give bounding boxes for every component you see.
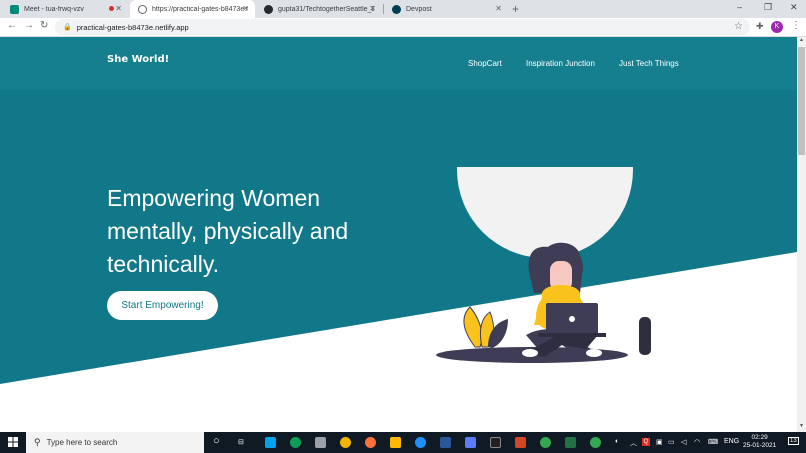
back-icon[interactable]: ← [7,20,17,31]
address-bar[interactable]: 🔒 practical-gates-b8473e.netlify.app [55,19,750,35]
battery-icon[interactable]: ▭ [668,438,675,446]
word-icon[interactable] [440,437,451,448]
file-explorer-icon[interactable] [390,437,401,448]
close-icon[interactable]: ✕ [242,4,249,13]
reload-icon[interactable]: ↻ [40,20,48,31]
close-icon[interactable]: ✕ [369,4,376,13]
windows-taskbar: ⚲ Type here to search ○ ⊟ ◐ ︿ Q ▣ ▭ ◁ ◠ … [0,432,806,453]
page-scrollbar[interactable]: ▲ ▼ [797,37,806,432]
cortana-icon[interactable]: ○ [213,435,220,447]
globe-icon [138,4,147,14]
task-view-icon[interactable]: ⊟ [238,438,244,446]
browser-toolbar: ← → ↻ 🔒 practical-gates-b8473e.netlify.a… [0,18,806,37]
close-icon[interactable]: ✕ [115,4,122,13]
tab-github[interactable]: gupta31/TechtogetherSeattle_20 ✕ [256,0,382,18]
hero-headline: Empowering Women mentally, physically an… [107,182,407,281]
tab-devpost[interactable]: Devpost ✕ [384,0,508,18]
headline-line-2: mentally, physically and [107,218,349,244]
keyboard-icon[interactable]: ⌨ [708,438,718,446]
headline-line-3: technically. [107,251,220,277]
volume-icon[interactable]: ◁ [681,438,686,446]
edge-icon[interactable] [290,437,301,448]
tray-app-icon[interactable]: Q [642,438,650,446]
address-url: practical-gates-b8473e.netlify.app [76,22,189,32]
app-icon[interactable] [315,437,326,448]
scroll-thumb[interactable] [798,47,805,155]
close-icon[interactable]: ✕ [495,4,502,13]
tray-app-icon[interactable]: ▣ [656,438,663,446]
clock-time: 02:29 [751,434,768,441]
app-icon[interactable] [265,437,276,448]
lock-icon: 🔒 [63,24,72,31]
chrome-icon[interactable] [340,437,351,448]
show-hidden-icons-icon[interactable]: ︿ [630,438,637,448]
woman-laptop-illustration [436,167,651,363]
language-indicator[interactable]: ENG [724,438,739,445]
app-icon[interactable] [590,437,601,448]
app-icon[interactable] [540,437,551,448]
start-empowering-button[interactable]: Start Empowering! [107,291,218,320]
tab-title: Devpost [406,5,432,13]
extensions-icon[interactable]: ✚ [756,21,764,32]
site-brand[interactable]: She World! [107,54,169,65]
menu-icon[interactable]: ⋮ [791,20,801,31]
terminal-icon[interactable] [490,437,501,448]
site-navbar: She World! ShopCart Inspiration Junction… [0,37,797,90]
github-icon [264,4,273,14]
forward-icon[interactable]: → [24,20,34,31]
scroll-up-arrow-icon[interactable]: ▲ [797,37,806,46]
clock-date: 25-01-2021 [743,442,777,449]
bookmark-star-icon[interactable]: ☆ [734,21,743,32]
excel-icon[interactable] [565,437,576,448]
tab-netlify[interactable]: https://practical-gates-b8473e.n ✕ [130,0,255,18]
web-page: She World! ShopCart Inspiration Junction… [0,37,797,432]
system-clock[interactable]: 02:29 25-01-2021 [743,434,776,450]
new-tab-button[interactable]: + [512,2,519,16]
tab-strip: Meet - tua-frwq-vzv ✕ https://practical-… [0,0,806,18]
recording-icon [109,6,114,11]
minimize-button[interactable]: – [737,2,742,12]
tray-app-icon[interactable]: ◐ [615,438,619,445]
search-icon: ⚲ [34,437,41,447]
app-icon[interactable] [465,437,476,448]
taskbar-search-placeholder: Type here to search [46,438,118,447]
tab-title: gupta31/TechtogetherSeattle_20 [278,5,374,13]
restore-button[interactable]: ❐ [764,2,772,13]
meet-icon [10,4,19,14]
scroll-down-arrow-icon[interactable]: ▼ [797,423,806,432]
devpost-icon [392,4,401,14]
nav-inspiration-junction[interactable]: Inspiration Junction [526,59,595,68]
internet-explorer-icon[interactable] [415,437,426,448]
powerpoint-icon[interactable] [515,437,526,448]
close-window-button[interactable]: ✕ [790,2,798,13]
windows-start-icon[interactable] [8,437,18,447]
tab-title: Meet - tua-frwq-vzv [24,5,84,13]
taskbar-search[interactable]: ⚲ Type here to search [26,432,204,453]
firefox-icon[interactable] [365,437,376,448]
notification-center-icon[interactable]: 13 [788,437,799,445]
headline-line-1: Empowering Women [107,185,321,211]
tab-title: https://practical-gates-b8473e.n [152,5,248,13]
tab-meet[interactable]: Meet - tua-frwq-vzv ✕ [2,0,128,18]
network-icon[interactable]: ◠ [694,438,700,446]
profile-avatar[interactable]: K [771,21,783,33]
nav-shopcart[interactable]: ShopCart [468,59,502,68]
nav-just-tech-things[interactable]: Just Tech Things [619,59,679,68]
